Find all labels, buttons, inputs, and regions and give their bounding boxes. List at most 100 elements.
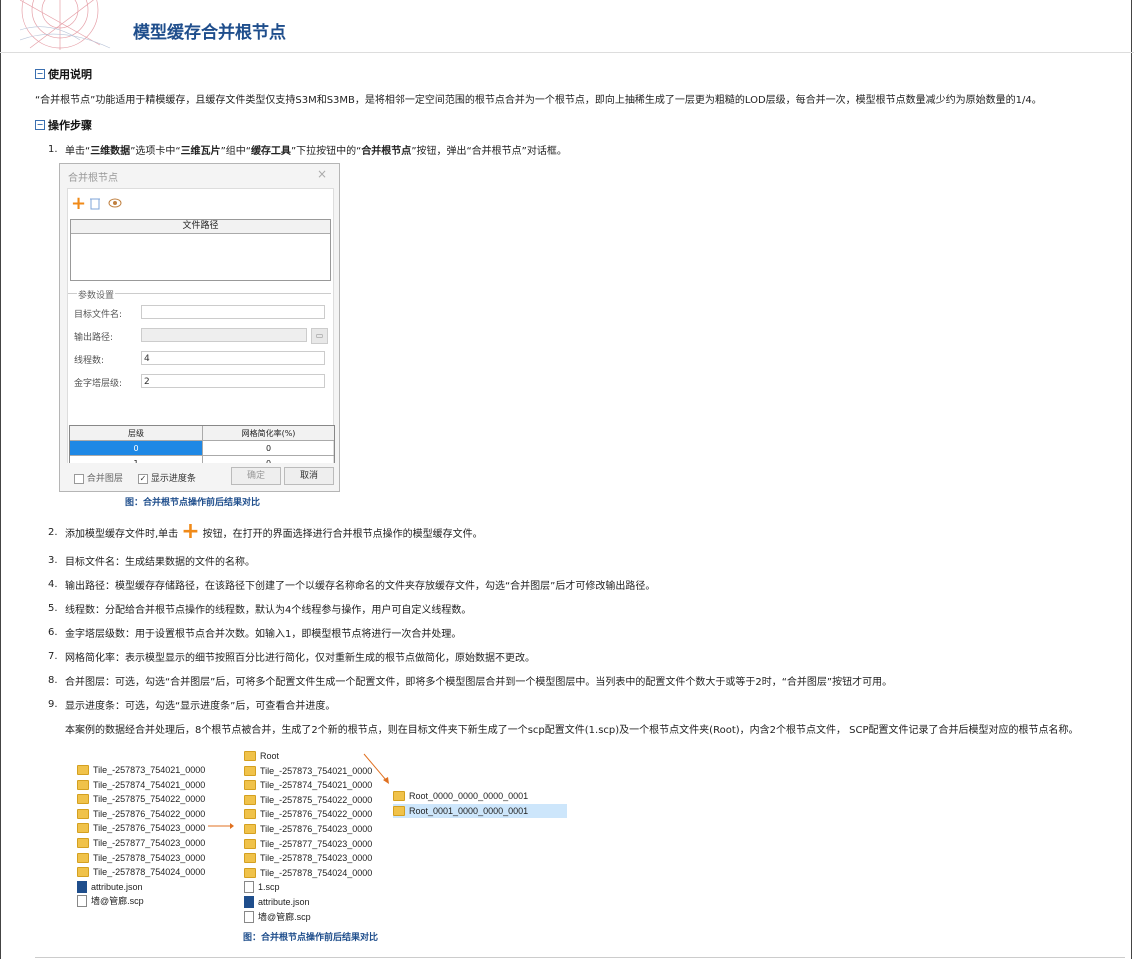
file-name: Tile_-257876_754023_0000: [260, 824, 373, 834]
file-name: Tile_-257878_754023_0000: [260, 853, 373, 864]
after-file-list: Root Tile_-257873_754021_0000 Tile_-257874…: [240, 748, 372, 926]
params-label: 参数设置: [77, 288, 116, 301]
step-6: 6. 金字塔层级数：用于设置根节点合并次数。如输入1，即模型根节点将进行一次合并处…: [48, 625, 461, 640]
step-number: 7.: [48, 651, 58, 662]
steps-heading[interactable]: − 操作步骤: [35, 117, 92, 133]
step-text: ”下拉按钮中的“: [290, 146, 362, 157]
file-name: 1.scp: [258, 882, 280, 893]
cancel-button[interactable]: 取消: [284, 467, 334, 485]
file-list-item[interactable]: Tile_-257878_754024_0000: [244, 866, 372, 880]
pyramid-input[interactable]: 2: [141, 374, 325, 388]
file-list-item[interactable]: Tile_-257877_754023_0000: [77, 836, 205, 850]
collapse-icon[interactable]: −: [35, 120, 45, 130]
file-list-item[interactable]: Tile_-257875_754022_0000: [244, 793, 372, 807]
step-number: 1.: [48, 144, 58, 155]
checkbox-checked-icon[interactable]: ✓: [138, 473, 148, 484]
file-list-item[interactable]: Tile_-257876_754023_0000: [77, 821, 205, 835]
file-list-item[interactable]: attribute.json: [244, 895, 310, 909]
example-text: 本案例的数据经合并处理后，8个根节点被合并，生成了2个新的根节点，则在目标文件夹…: [65, 725, 1079, 736]
target-name-input[interactable]: [141, 305, 325, 319]
threads-input[interactable]: 4: [141, 351, 325, 365]
step-9: 9. 显示进度条：可选，勾选“显示进度条”后，可查看合并进度。: [48, 697, 335, 712]
file-list-item[interactable]: Tile_-257875_754022_0000: [77, 792, 205, 806]
file-list-item[interactable]: Tile_-257874_754021_0000: [77, 778, 205, 792]
file-name: Root_0000_0000_0000_0001: [409, 791, 529, 801]
file-name: 墙@管廊.scp: [91, 896, 144, 907]
before-file-list: Tile_-257873_754021_0000 Tile_-257874_754…: [73, 762, 205, 910]
add-icon: +: [181, 519, 200, 544]
file-list-item[interactable]: Tile_-257876_754022_0000: [244, 807, 372, 821]
folder-icon: [393, 806, 405, 816]
merge-layers-checkbox[interactable]: 合并图层: [74, 471, 123, 484]
file-list-item[interactable]: Tile_-257878_754023_0000: [244, 851, 372, 865]
lod-header-level: 层级: [70, 426, 203, 441]
file-name: Tile_-257876_754022_0000: [260, 809, 373, 820]
arrow-right-icon: [208, 823, 234, 829]
file-name: Root_0001_0000_0000_0001: [409, 806, 529, 816]
file-list-item[interactable]: Tile_-257873_754021_0000: [244, 764, 372, 778]
collapse-icon[interactable]: −: [35, 69, 45, 79]
output-path-input[interactable]: [141, 328, 307, 342]
file-name: Tile_-257876_754023_0000: [93, 823, 206, 834]
file-list-item[interactable]: Root: [244, 749, 279, 763]
step-3: 3. 目标文件名：生成结果数据的文件的名称。: [48, 553, 255, 568]
file-list-item[interactable]: 墙@管廊.scp: [244, 910, 311, 924]
add-icon[interactable]: +: [71, 195, 86, 213]
file-list-item[interactable]: Tile_-257876_754023_0000: [244, 822, 372, 836]
folder-icon: [77, 794, 89, 805]
step-text: ”组中“: [220, 146, 251, 157]
file-name: Tile_-257876_754022_0000: [93, 808, 206, 819]
file-list-item[interactable]: attribute.json: [77, 880, 143, 894]
file-name: Tile_-257877_754023_0000: [93, 838, 206, 848]
file-list-item[interactable]: Tile_-257874_754021_0000: [244, 778, 372, 792]
folder-icon: [77, 808, 89, 819]
step-number: 2.: [48, 526, 58, 538]
delete-icon[interactable]: [90, 197, 100, 210]
step-number: 3.: [48, 555, 58, 566]
file-list-item[interactable]: 1.scp: [244, 880, 280, 894]
folder-icon: [244, 867, 256, 878]
step-4: 4. 输出路径：模型缓存存储路径，在该路径下创建了一个以缓存名称命名的文件夹存放缓…: [48, 577, 655, 592]
file-icon: [77, 895, 87, 908]
folder-icon: [244, 809, 256, 820]
file-list-item[interactable]: 墙@管廊.scp: [77, 894, 144, 908]
browse-folder-icon[interactable]: ▭: [311, 328, 328, 344]
file-icon: [244, 881, 254, 894]
eye-icon[interactable]: [108, 197, 122, 209]
file-path-table[interactable]: 文件路径: [70, 219, 331, 281]
dialog-body: + 文件路径 参数设置 目标文件名: 输出路径: ▭ 线程数: 4 金字塔层级:…: [67, 188, 335, 490]
step-text: ”选项卡中“: [130, 146, 181, 157]
step-text: 线程数：分配给合并根节点操作的线程数，默认为4个线程参与操作，用户可自定义线程数…: [65, 605, 472, 616]
file-list-item[interactable]: Tile_-257877_754023_0000: [244, 837, 372, 851]
step-number: 6.: [48, 627, 58, 638]
step-number: 9.: [48, 699, 58, 710]
lod-cell[interactable]: 0: [203, 441, 334, 456]
file-list-item[interactable]: Tile_-257878_754024_0000: [77, 865, 205, 879]
file-name: Tile_-257878_754024_0000: [93, 867, 206, 878]
file-list-item[interactable]: Tile_-257873_754021_0000: [77, 763, 205, 777]
folder-icon: [77, 765, 89, 775]
folder-icon: [393, 791, 405, 801]
folder-icon: [244, 824, 256, 834]
folder-icon: [77, 823, 89, 834]
checkbox-icon[interactable]: [74, 473, 84, 484]
folder-icon: [244, 838, 256, 849]
file-name: Tile_-257873_754021_0000: [260, 765, 373, 776]
file-list-item[interactable]: Root_0000_0000_0000_0001: [393, 789, 528, 803]
lod-cell[interactable]: 0: [70, 441, 203, 456]
ok-button[interactable]: 确定: [231, 467, 281, 485]
json-file-icon: [244, 896, 254, 908]
close-icon[interactable]: ×: [317, 167, 327, 181]
step-text: 网格简化率：表示模型显示的细节按照百分比进行简化，仅对重新生成的根节点做简化，原…: [65, 653, 535, 664]
folder-icon: [244, 751, 256, 761]
show-progress-checkbox[interactable]: ✓ 显示进度条: [138, 471, 196, 484]
step-5: 5. 线程数：分配给合并根节点操作的线程数，默认为4个线程参与操作，用户可自定义线…: [48, 601, 471, 616]
usage-heading[interactable]: − 使用说明: [35, 66, 92, 82]
file-list-item[interactable]: Tile_-257876_754022_0000: [77, 807, 205, 821]
file-list-item[interactable]: Root_0001_0000_0000_0001: [393, 804, 567, 818]
usage-heading-label: 使用说明: [48, 68, 92, 81]
file-list-item[interactable]: Tile_-257878_754023_0000: [77, 851, 205, 865]
folder-icon: [244, 780, 256, 791]
arrow-diagonal-icon: [363, 753, 389, 784]
show-progress-label: 显示进度条: [150, 474, 196, 484]
